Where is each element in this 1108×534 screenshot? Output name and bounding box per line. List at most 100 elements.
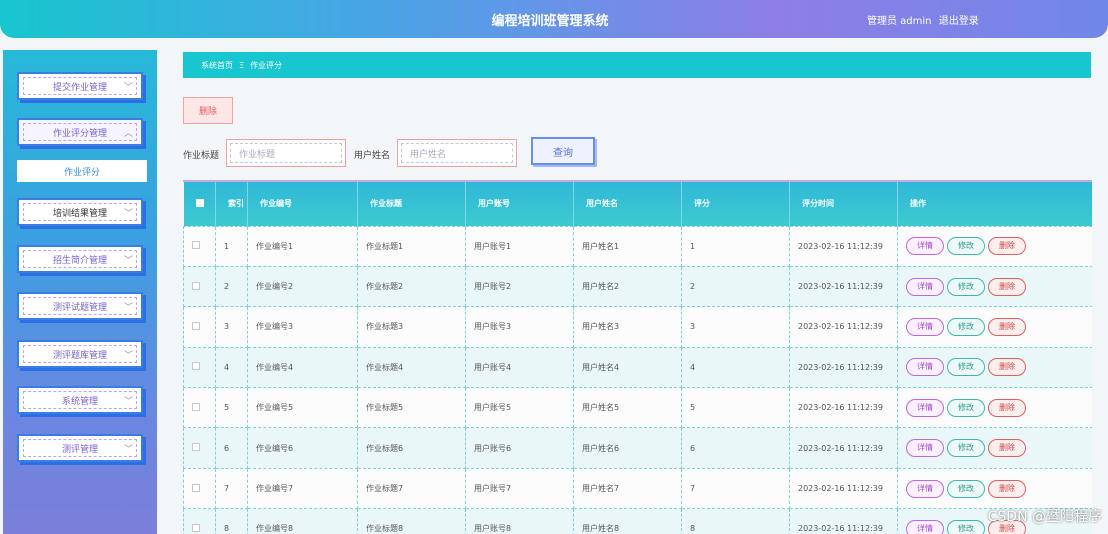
- cell-account: 用户账号6: [465, 427, 574, 469]
- cell-name: 用户姓名8: [573, 508, 682, 534]
- row-select-cell[interactable]: [183, 346, 216, 389]
- delete-button[interactable]: 删除: [988, 398, 1026, 417]
- table-row: 2 作业编号2 作业标题2 用户账号2 用户姓名2 2 2023-02-16 11:12:3…: [183, 265, 1092, 308]
- logout-link[interactable]: 退出登录: [939, 16, 979, 27]
- cell-time: 2023-02-16 11:12:39: [789, 225, 898, 267]
- delete-button[interactable]: 删除: [988, 237, 1026, 256]
- delete-button[interactable]: 删除: [988, 358, 1026, 377]
- edit-button[interactable]: 修改: [947, 479, 985, 498]
- sidebar-item-label: 作业评分管理: [52, 128, 107, 139]
- delete-button[interactable]: 删除: [988, 317, 1026, 336]
- sidebar-item-submit-homework[interactable]: 提交作业管理 ﹀: [17, 72, 143, 100]
- cell-idx: 5: [215, 387, 248, 429]
- sidebar-item-label: 培训结果管理: [52, 208, 107, 219]
- row-checkbox[interactable]: [192, 321, 200, 330]
- sidebar-item-label: 测评管理: [61, 444, 98, 455]
- edit-button[interactable]: 修改: [947, 519, 985, 534]
- detail-button[interactable]: 详情: [906, 439, 944, 458]
- delete-button[interactable]: 删除: [988, 277, 1026, 296]
- name-search-placeholder: 用户姓名: [401, 143, 513, 163]
- row-checkbox[interactable]: [192, 241, 200, 250]
- detail-button[interactable]: 详情: [906, 317, 944, 336]
- table-row: 7 作业编号7 作业标题7 用户账号7 用户姓名7 7 2023-02-16 11:12:3…: [183, 467, 1092, 510]
- row-checkbox[interactable]: [192, 523, 200, 532]
- title-search-input[interactable]: 作业标题: [226, 139, 346, 167]
- table-row: 6 作业编号6 作业标题6 用户账号6 用户姓名6 6 2023-02-16 11:12:3…: [183, 427, 1092, 469]
- detail-button[interactable]: 详情: [906, 237, 944, 256]
- cell-account: 用户账号2: [465, 265, 574, 308]
- row-checkbox[interactable]: [192, 483, 200, 492]
- query-button[interactable]: 查询: [531, 137, 595, 165]
- row-select-cell[interactable]: [183, 265, 216, 308]
- title-search-label: 作业标题: [183, 151, 220, 161]
- col-header-homework-no: 作业编号: [247, 182, 358, 226]
- cell-no: 作业编号4: [247, 346, 358, 389]
- sidebar-item-label: 系统管理: [61, 396, 98, 407]
- header-user-area: 管理员 admin 退出登录: [867, 12, 983, 27]
- batch-delete-button[interactable]: 删除: [183, 97, 233, 124]
- sidebar-item-question-bank[interactable]: 测评题库管理 ﹀: [17, 340, 143, 368]
- cell-time: 2023-02-16 11:12:39: [789, 306, 898, 348]
- select-all-checkbox[interactable]: [195, 198, 204, 207]
- row-select-cell[interactable]: [183, 225, 216, 267]
- cell-time: 2023-02-16 11:12:39: [789, 387, 898, 429]
- delete-button[interactable]: 删除: [988, 439, 1026, 458]
- detail-button[interactable]: 详情: [906, 398, 944, 417]
- row-select-cell[interactable]: [183, 306, 216, 348]
- row-select-cell[interactable]: [183, 427, 216, 469]
- cell-score: 6: [681, 427, 790, 469]
- edit-button[interactable]: 修改: [947, 237, 985, 256]
- delete-button[interactable]: 删除: [988, 479, 1026, 498]
- sidebar: 提交作业管理 ﹀ 作业评分管理 ︿ 作业评分 培训结果管理 ﹀ 招生简介管理 ﹀…: [3, 50, 157, 534]
- col-header-homework-title: 作业标题: [357, 182, 466, 226]
- detail-button[interactable]: 详情: [906, 479, 944, 498]
- name-search-label: 用户姓名: [354, 151, 391, 161]
- cell-idx: 2: [215, 265, 248, 308]
- current-user: 管理员 admin: [867, 16, 932, 27]
- detail-button[interactable]: 详情: [906, 277, 944, 296]
- cell-title: 作业标题5: [357, 387, 466, 429]
- row-select-cell[interactable]: [183, 508, 216, 534]
- select-all-cell[interactable]: [183, 182, 216, 226]
- cell-idx: 1: [215, 225, 248, 267]
- table-row: 3 作业编号3 作业标题3 用户账号3 用户姓名3 3 2023-02-16 11:12:3…: [183, 306, 1092, 348]
- breadcrumb-home[interactable]: 系统首页: [201, 60, 233, 71]
- sidebar-item-homework-grading[interactable]: 作业评分管理 ︿: [17, 118, 143, 146]
- actions-cell: 详情 修改 删除: [897, 265, 1092, 308]
- row-checkbox[interactable]: [192, 443, 200, 452]
- row-checkbox[interactable]: [192, 402, 200, 411]
- breadcrumb: 系统首页 Ξ 作业评分: [183, 52, 1091, 78]
- edit-button[interactable]: 修改: [947, 317, 985, 336]
- sidebar-item-system[interactable]: 系统管理 ﹀: [17, 386, 143, 414]
- cell-name: 用户姓名2: [573, 265, 682, 308]
- cell-idx: 4: [215, 346, 248, 389]
- sidebar-item-training-results[interactable]: 培训结果管理 ﹀: [17, 198, 143, 226]
- detail-button[interactable]: 详情: [906, 519, 944, 534]
- cell-title: 作业标题1: [357, 225, 466, 267]
- sidebar-item-admissions[interactable]: 招生简介管理 ﹀: [17, 245, 143, 273]
- submenu-item-homework-grading[interactable]: 作业评分: [17, 160, 147, 182]
- col-header-name: 用户姓名: [573, 182, 682, 226]
- chevron-down-icon: ﹀: [123, 256, 133, 266]
- edit-button[interactable]: 修改: [947, 439, 985, 458]
- cell-title: 作业标题6: [357, 427, 466, 469]
- row-checkbox[interactable]: [192, 362, 200, 371]
- edit-button[interactable]: 修改: [947, 358, 985, 377]
- actions-cell: 详情 修改 删除: [897, 387, 1092, 429]
- cell-time: 2023-02-16 11:12:39: [789, 346, 898, 389]
- row-checkbox[interactable]: [192, 281, 200, 290]
- cell-name: 用户姓名1: [573, 225, 682, 267]
- edit-button[interactable]: 修改: [947, 277, 985, 296]
- cell-account: 用户账号8: [465, 508, 574, 534]
- edit-button[interactable]: 修改: [947, 398, 985, 417]
- row-select-cell[interactable]: [183, 467, 216, 510]
- name-search-input[interactable]: 用户姓名: [397, 139, 517, 167]
- sidebar-item-test-questions[interactable]: 测评试题管理 ﹀: [17, 292, 143, 320]
- cell-no: 作业编号7: [247, 467, 358, 510]
- title-search-placeholder: 作业标题: [230, 143, 342, 163]
- detail-button[interactable]: 详情: [906, 358, 944, 377]
- sidebar-item-assessment[interactable]: 测评管理 ﹀: [17, 434, 143, 462]
- actions-cell: 详情 修改 删除: [897, 306, 1092, 348]
- row-select-cell[interactable]: [183, 387, 216, 429]
- chevron-up-icon: ︿: [123, 129, 133, 139]
